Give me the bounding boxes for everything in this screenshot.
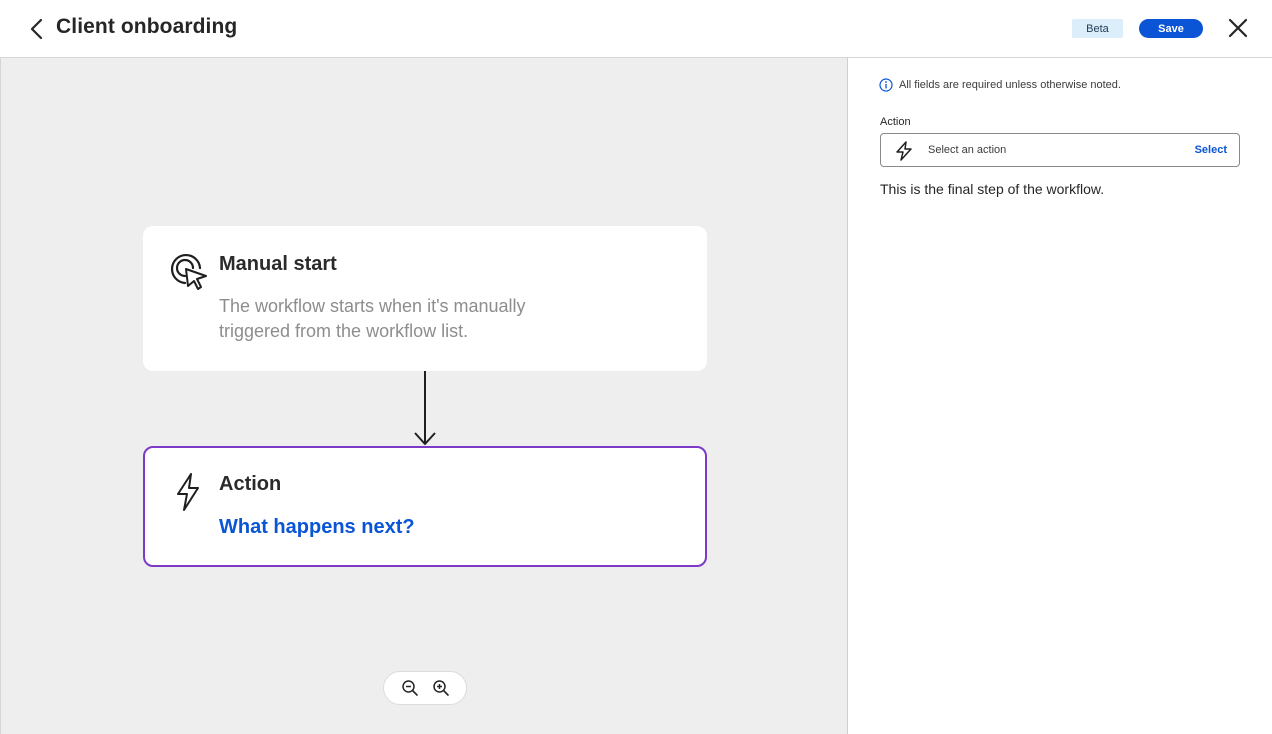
manual-start-description: The workflow starts when it's manually t…: [219, 296, 526, 341]
zoom-out-icon: [401, 680, 418, 696]
chevron-left-icon: [30, 18, 43, 40]
back-button[interactable]: [22, 14, 50, 44]
final-step-note: This is the final step of the workflow.: [880, 181, 1105, 197]
workflow-canvas[interactable]: Manual start The workflow starts when it…: [0, 58, 848, 734]
close-icon: [1228, 18, 1248, 38]
zoom-controls: [383, 671, 467, 705]
beta-badge: Beta: [1072, 19, 1123, 38]
manual-start-title: Manual start: [219, 253, 337, 275]
header: Client onboarding Beta Save: [0, 0, 1272, 58]
connector-arrow: [414, 371, 436, 445]
action-select-placeholder: Select an action: [928, 144, 1007, 156]
settings-panel: All fields are required unless otherwise…: [849, 58, 1272, 734]
zoom-out-button[interactable]: [399, 677, 421, 699]
action-card-title: Action: [219, 473, 282, 495]
save-button[interactable]: Save: [1139, 19, 1203, 38]
zoom-in-icon: [432, 680, 449, 696]
action-field-label: Action: [880, 116, 911, 128]
action-card[interactable]: Action What happens next?: [143, 446, 707, 567]
info-row: All fields are required unless otherwise…: [879, 78, 1121, 92]
cursor-click-icon: [167, 250, 207, 290]
action-select[interactable]: Select an action Select: [880, 133, 1240, 167]
what-happens-next-link[interactable]: What happens next?: [219, 516, 415, 539]
info-icon: [879, 78, 893, 92]
zoom-in-button[interactable]: [430, 677, 452, 699]
manual-start-card[interactable]: Manual start The workflow starts when it…: [143, 226, 707, 371]
close-button[interactable]: [1224, 14, 1252, 42]
select-action-link[interactable]: Select: [1195, 144, 1227, 156]
info-text: All fields are required unless otherwise…: [899, 79, 1121, 91]
lightning-icon: [175, 472, 215, 512]
page-title: Client onboarding: [56, 15, 238, 38]
lightning-icon: [896, 141, 912, 161]
